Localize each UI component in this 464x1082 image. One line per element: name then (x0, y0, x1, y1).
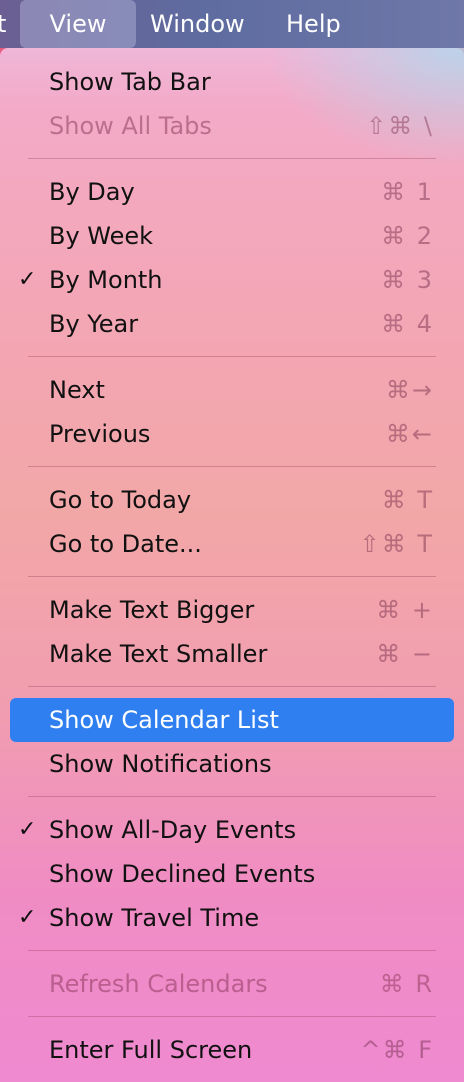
menu-item-previous[interactable]: Previous ⌘← (10, 412, 454, 456)
menu-item-go-to-date[interactable]: Go to Date... ⇧⌘ T (10, 522, 454, 566)
menu-item-label: Go to Date... (49, 530, 202, 558)
menu-separator (28, 356, 436, 357)
menu-bar-item-help[interactable]: Help (286, 0, 341, 48)
menu-item-shortcut: ⌘ 4 (381, 310, 434, 338)
menu-item-shortcut: ^⌘ F (360, 1036, 434, 1064)
menu-item-make-text-bigger[interactable]: Make Text Bigger ⌘ + (10, 588, 454, 632)
menu-separator (28, 466, 436, 467)
menu-item-shortcut: ⌘ + (376, 596, 434, 624)
menu-item-label: Show Calendar List (49, 706, 279, 734)
menu-item-refresh-calendars: Refresh Calendars ⌘ R (10, 962, 454, 1006)
menu-item-shortcut: ⌘→ (385, 376, 434, 404)
menu-bar-item-edit-partial[interactable]: t (0, 0, 12, 48)
menu-item-show-notifications[interactable]: Show Notifications (10, 742, 454, 786)
menu-item-label: Show Notifications (49, 750, 272, 778)
checkmark-icon: ✓ (18, 905, 37, 930)
menu-item-show-declined-events[interactable]: Show Declined Events (10, 852, 454, 896)
menu-item-shortcut: ⌘← (385, 420, 434, 448)
menu-item-shortcut: ⌘ − (376, 640, 434, 668)
menu-bar-item-window[interactable]: Window (150, 0, 245, 48)
menu-item-label: Show Tab Bar (49, 68, 211, 96)
menu-item-shortcut: ⌘ T (381, 486, 434, 514)
menu-item-by-day[interactable]: By Day ⌘ 1 (10, 170, 454, 214)
menu-item-label: Show All Tabs (49, 112, 212, 140)
menu-item-label: Next (49, 376, 105, 404)
menu-separator (28, 686, 436, 687)
menu-item-label: Go to Today (49, 486, 192, 514)
menu-item-by-year[interactable]: By Year ⌘ 4 (10, 302, 454, 346)
menu-item-label: Show Travel Time (49, 904, 260, 932)
menu-item-shortcut: ⌘ 1 (381, 178, 434, 206)
menu-separator (28, 796, 436, 797)
menu-item-shortcut: ⇧⌘ \ (366, 112, 434, 140)
checkmark-icon: ✓ (18, 817, 37, 842)
menu-item-shortcut: ⌘ 3 (381, 266, 434, 294)
menu-item-label: Make Text Bigger (49, 596, 255, 624)
checkmark-icon: ✓ (18, 267, 37, 292)
menu-item-by-month[interactable]: ✓ By Month ⌘ 3 (10, 258, 454, 302)
menu-item-by-week[interactable]: By Week ⌘ 2 (10, 214, 454, 258)
menu-item-shortcut: ⇧⌘ T (359, 530, 434, 558)
menu-item-label: Previous (49, 420, 151, 448)
menu-separator (28, 158, 436, 159)
menu-separator (28, 576, 436, 577)
menu-item-show-all-day-events[interactable]: ✓ Show All-Day Events (10, 808, 454, 852)
menu-item-show-all-tabs: Show All Tabs ⇧⌘ \ (10, 104, 454, 148)
menu-separator (28, 1016, 436, 1017)
view-menu: Show Tab Bar Show All Tabs ⇧⌘ \ By Day ⌘… (0, 48, 464, 1082)
menu-item-go-to-today[interactable]: Go to Today ⌘ T (10, 478, 454, 522)
menu-item-label: Make Text Smaller (49, 640, 268, 668)
menu-bar: t View Window Help (0, 0, 464, 48)
menu-item-make-text-smaller[interactable]: Make Text Smaller ⌘ − (10, 632, 454, 676)
menu-item-shortcut: ⌘ R (379, 970, 434, 998)
menu-item-label: By Month (49, 266, 163, 294)
menu-item-label: By Year (49, 310, 139, 338)
menu-bar-item-view[interactable]: View (20, 0, 136, 48)
menu-item-show-tab-bar[interactable]: Show Tab Bar (10, 60, 454, 104)
menu-item-next[interactable]: Next ⌘→ (10, 368, 454, 412)
menu-item-show-calendar-list[interactable]: Show Calendar List (10, 698, 454, 742)
menu-item-show-travel-time[interactable]: ✓ Show Travel Time (10, 896, 454, 940)
menu-item-enter-full-screen[interactable]: Enter Full Screen ^⌘ F (10, 1028, 454, 1072)
menu-item-shortcut: ⌘ 2 (381, 222, 434, 250)
menu-separator (28, 950, 436, 951)
menu-item-label: Show Declined Events (49, 860, 316, 888)
menu-item-label: Show All-Day Events (49, 816, 297, 844)
menu-item-label: By Week (49, 222, 154, 250)
menu-item-label: By Day (49, 178, 135, 206)
menu-item-label: Enter Full Screen (49, 1036, 253, 1064)
menu-item-label: Refresh Calendars (49, 970, 268, 998)
